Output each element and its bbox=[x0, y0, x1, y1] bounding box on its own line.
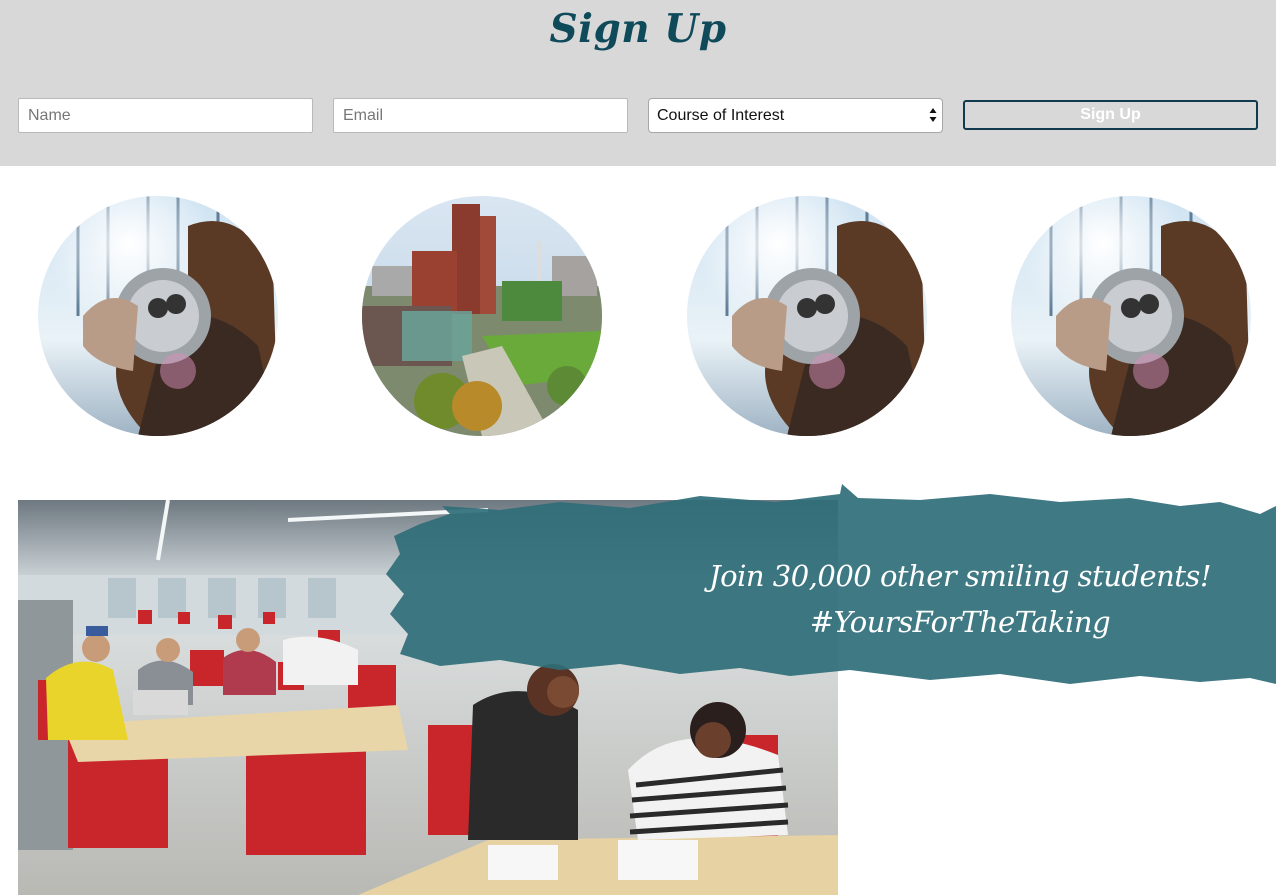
hero-hashtag: #YoursForTheTaking bbox=[809, 605, 1111, 639]
course-select-value: Course of Interest bbox=[657, 107, 785, 124]
gallery-photo-binoculars-1 bbox=[38, 196, 278, 436]
gallery-photo-binoculars-2 bbox=[687, 196, 927, 436]
gallery-photo-binoculars-3 bbox=[1011, 196, 1251, 436]
email-input[interactable] bbox=[333, 98, 628, 133]
signup-button[interactable]: Sign Up bbox=[963, 100, 1258, 130]
gallery-photo-campus bbox=[362, 196, 602, 436]
signup-band: Sign Up Course of Interest Sign Up bbox=[0, 0, 1276, 166]
signup-title: Sign Up bbox=[549, 6, 727, 52]
select-arrows-icon bbox=[929, 108, 937, 122]
hero-headline: Join 30,000 other smiling students! bbox=[709, 559, 1211, 593]
name-input[interactable] bbox=[18, 98, 313, 133]
course-of-interest-select[interactable]: Course of Interest bbox=[648, 98, 943, 133]
hero-caption: Join 30,000 other smiling students! #You… bbox=[640, 553, 1276, 645]
